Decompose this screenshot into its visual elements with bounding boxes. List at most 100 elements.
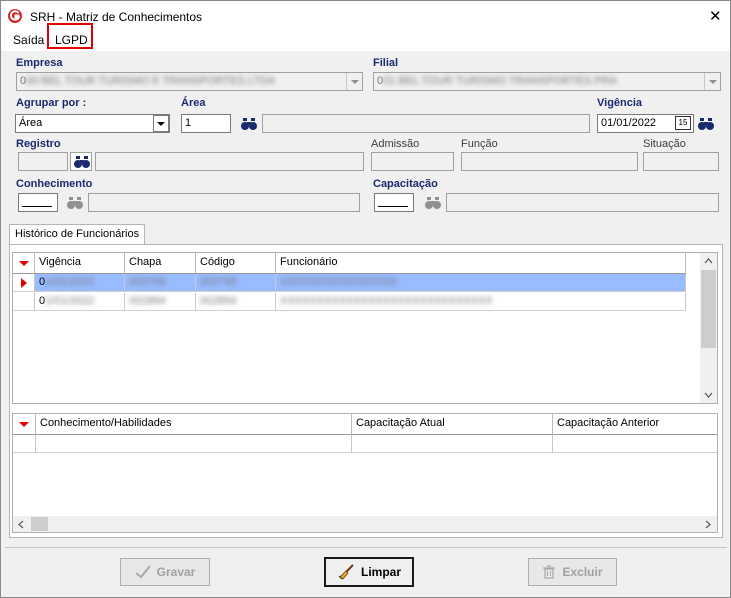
filial-value-redacted: 01 BEL TOUR TURISMO TRANSPORTES PRA — [383, 75, 618, 87]
cell-redacted: XXXXXXXXXXXXXXXX — [280, 276, 398, 288]
search-binoculars-icon[interactable] — [67, 196, 83, 210]
grid-header-funcionario[interactable]: Funcionário — [276, 253, 686, 274]
agrupar-dropdown-button[interactable] — [153, 115, 169, 132]
checkmark-icon — [135, 565, 151, 579]
registro-label: Registro — [16, 138, 61, 150]
conhecimento-label: Conhecimento — [16, 178, 93, 190]
grid-header-capacitacao-atual[interactable]: Capacitação Atual — [352, 414, 553, 435]
filial-select[interactable]: 001 BEL TOUR TURISMO TRANSPORTES PRA — [373, 72, 721, 91]
registro-search-button[interactable] — [70, 152, 92, 171]
area-value: 1 — [185, 117, 192, 129]
admissao-label: Admissão — [371, 138, 420, 150]
filial-dropdown-button[interactable] — [704, 73, 720, 90]
admissao-field — [371, 152, 454, 171]
horizontal-scrollbar[interactable] — [13, 516, 717, 532]
vertical-scrollbar[interactable] — [700, 253, 717, 403]
input-underline — [378, 206, 408, 207]
capacitacao-label: Capacitação — [373, 178, 438, 190]
agrupar-select[interactable]: Área — [15, 114, 170, 133]
list-item[interactable] — [36, 435, 352, 453]
app-logo-icon — [8, 9, 22, 23]
cell-redacted: 1/01/2022 — [45, 276, 95, 288]
row-cell-vigencia[interactable]: 01/01/2022 — [35, 274, 125, 292]
empresa-value-redacted: 00 BEL TOUR TURISMO E TRANSPORTES LTDA — [26, 75, 276, 87]
scroll-left-icon[interactable] — [18, 520, 24, 529]
agrupar-label: Agrupar por : — [16, 97, 87, 109]
gravar-button[interactable]: Gravar — [120, 558, 210, 586]
search-binoculars-icon[interactable] — [425, 196, 441, 210]
menu-item-lgpd[interactable]: LGPD — [55, 33, 88, 47]
vigencia-label: Vigência — [597, 97, 643, 109]
broom-icon — [338, 564, 354, 580]
row-cell-chapa[interactable]: 002894 — [125, 293, 196, 311]
excluir-button-label: Excluir — [562, 565, 603, 579]
conhecimento-input[interactable] — [18, 193, 58, 212]
grid-header-indicator — [13, 414, 36, 435]
gravar-button-label: Gravar — [156, 565, 196, 579]
funcao-label: Função — [461, 138, 498, 150]
limpar-button-label: Limpar — [360, 565, 401, 579]
menu-item-saida[interactable]: Saída — [13, 33, 44, 47]
situacao-label: Situação — [643, 138, 686, 150]
area-description-field — [262, 114, 590, 133]
empresa-label: Empresa — [16, 57, 63, 69]
input-underline — [22, 206, 52, 207]
capacitacao-description-field — [446, 193, 719, 212]
cell-redacted: 002795 — [129, 276, 166, 288]
chevron-down-icon — [350, 79, 359, 84]
scroll-down-icon[interactable] — [704, 392, 713, 398]
tab-historico-funcionarios[interactable]: Histórico de Funcionários — [9, 224, 146, 245]
registro-name-field — [95, 152, 364, 171]
agrupar-value: Área — [19, 117, 43, 129]
search-binoculars-icon[interactable] — [241, 117, 257, 131]
sort-down-icon — [19, 422, 29, 427]
row-cell-codigo[interactable]: 002894 — [196, 293, 276, 311]
cell-redacted: 002894 — [200, 295, 237, 307]
app-window: SRH - Matriz de Conhecimentos ✕ Saída LG… — [0, 0, 731, 598]
grid-header-conhecimento[interactable]: Conhecimento/Habilidades — [36, 414, 352, 435]
calendar-icon[interactable]: 15 — [675, 116, 691, 130]
row-cell-chapa[interactable]: 002795 — [125, 274, 196, 292]
grid-header-codigo[interactable]: Código — [196, 253, 276, 274]
employee-history-grid: Vigência Chapa Código Funcionário 01/01/… — [12, 252, 718, 404]
limpar-button[interactable]: Limpar — [324, 557, 414, 587]
scrollbar-thumb[interactable] — [701, 270, 716, 348]
cell-redacted: XXXXXXXXXXXXXXXXXXXXXXXXXXXXX — [280, 295, 493, 307]
row-indicator[interactable] — [13, 274, 35, 292]
row-cell-funcionario[interactable]: XXXXXXXXXXXXXXXX — [276, 274, 686, 292]
window-title: SRH - Matriz de Conhecimentos — [30, 10, 203, 24]
vigencia-value: 01/01/2022 — [601, 117, 657, 129]
empresa-select[interactable]: 000 BEL TOUR TURISMO E TRANSPORTES LTDA — [16, 72, 363, 91]
knowledge-grid: Conhecimento/Habilidades Capacitação Atu… — [12, 413, 718, 533]
cell-redacted: 1/01/2022 — [45, 295, 95, 307]
filial-label: Filial — [373, 57, 399, 69]
excluir-button[interactable]: Excluir — [528, 558, 617, 586]
cell-redacted: 002795 — [200, 276, 237, 288]
search-binoculars-icon[interactable] — [698, 117, 714, 131]
list-item[interactable] — [553, 435, 717, 453]
grid-header-chapa[interactable]: Chapa — [125, 253, 196, 274]
row-cell-vigencia[interactable]: 01/01/2022 — [35, 293, 125, 311]
capacitacao-input[interactable] — [374, 193, 414, 212]
grid-header-capacitacao-anterior[interactable]: Capacitação Anterior — [553, 414, 717, 435]
close-icon[interactable]: ✕ — [709, 7, 722, 25]
row-indicator[interactable] — [13, 435, 36, 453]
calendar-icon-day: 15 — [678, 118, 688, 127]
list-item[interactable] — [352, 435, 553, 453]
chevron-down-icon — [708, 79, 717, 84]
row-cell-funcionario[interactable]: XXXXXXXXXXXXXXXXXXXXXXXXXXXXX — [276, 293, 686, 311]
row-cell-codigo[interactable]: 002795 — [196, 274, 276, 292]
funcao-field — [461, 152, 638, 171]
area-label: Área — [181, 97, 206, 109]
grid-header-vigencia[interactable]: Vigência — [35, 253, 125, 274]
area-input[interactable]: 1 — [181, 114, 231, 133]
scroll-right-icon[interactable] — [705, 520, 711, 529]
empresa-dropdown-button[interactable] — [346, 73, 362, 90]
tab-label: Histórico de Funcionários — [15, 228, 140, 240]
scroll-up-icon[interactable] — [704, 258, 713, 264]
row-indicator[interactable] — [13, 293, 35, 311]
scrollbar-thumb[interactable] — [31, 517, 48, 531]
trash-icon — [543, 565, 556, 579]
conhecimento-description-field — [88, 193, 360, 212]
menu-bar: Saída LGPD — [1, 23, 730, 51]
